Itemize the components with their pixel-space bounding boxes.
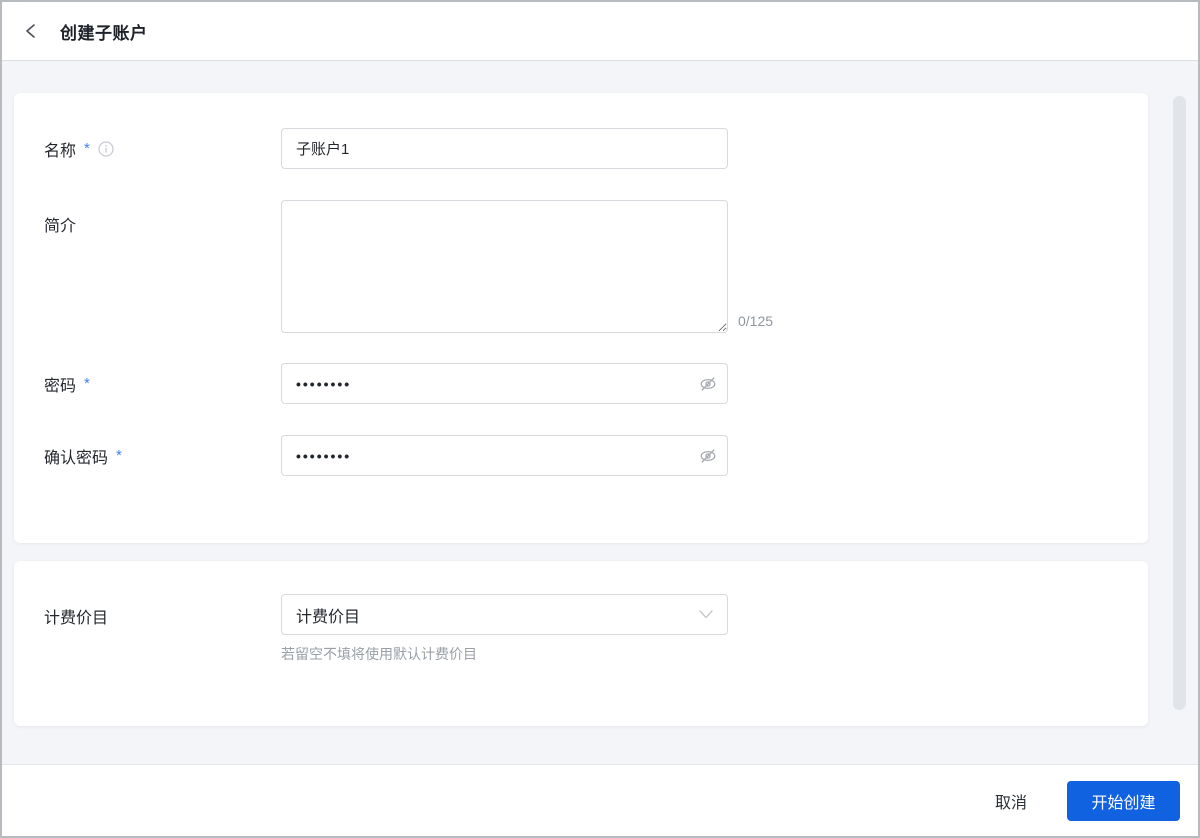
password-label-group: 密码 * (44, 372, 281, 396)
required-asterisk: * (116, 447, 122, 464)
toggle-confirm-password-visibility-button[interactable] (698, 446, 718, 466)
intro-label-group: 简介 (44, 200, 281, 236)
confirm-password-input-wrap (281, 435, 728, 476)
char-counter: 0/125 (738, 313, 774, 329)
billing-hint: 若留空不填将使用默认计费价目 (281, 646, 477, 662)
back-chevron-icon (26, 24, 35, 38)
billing-card: 计费价目 计费价目 若留空不填将使用默认计费价目 (14, 561, 1148, 726)
toggle-password-visibility-button[interactable] (698, 374, 718, 394)
confirm-password-label: 确认密码 (44, 449, 109, 467)
required-asterisk: * (84, 140, 90, 157)
confirm-password-field (281, 435, 728, 476)
eye-slash-icon (700, 376, 716, 391)
page-title: 创建子账户 (60, 23, 148, 43)
password-input[interactable] (281, 363, 728, 404)
password-label: 密码 (44, 377, 77, 395)
name-field (281, 128, 728, 169)
name-label: 名称 (44, 142, 77, 160)
back-button[interactable] (24, 19, 48, 43)
confirm-password-input[interactable] (281, 435, 728, 476)
cancel-button[interactable]: 取消 (993, 781, 1029, 821)
content-area: 名称 * 简介 (2, 61, 1198, 764)
billing-select-value: 计费价目 (296, 608, 361, 626)
vertical-scrollbar-thumb[interactable] (1173, 96, 1186, 710)
account-info-card: 名称 * 简介 (14, 93, 1148, 543)
confirm-password-label-group: 确认密码 * (44, 444, 281, 468)
name-input[interactable] (281, 128, 728, 169)
billing-label: 计费价目 (44, 610, 109, 627)
form-row-confirm-password: 确认密码 * (44, 435, 1118, 476)
intro-field: 0/125 (281, 200, 773, 333)
submit-create-button[interactable]: 开始创建 (1067, 780, 1180, 821)
name-label-group: 名称 * (44, 137, 281, 161)
password-input-wrap (281, 363, 728, 404)
form-row-password: 密码 * (44, 363, 1118, 404)
info-icon[interactable] (98, 140, 114, 157)
form-row-billing: 计费价目 计费价目 若留空不填将使用默认计费价目 (44, 594, 1118, 664)
billing-field: 计费价目 若留空不填将使用默认计费价目 (281, 594, 728, 664)
intro-textarea[interactable] (281, 200, 728, 333)
billing-select[interactable]: 计费价目 (281, 594, 728, 635)
required-asterisk: * (84, 375, 90, 392)
form-row-name: 名称 * (44, 128, 1118, 169)
page-header: 创建子账户 (2, 2, 1198, 61)
create-subaccount-page: 创建子账户 名称 * 子账户1 简介 0/125 密码 * •••••••• 确… (0, 0, 1200, 838)
billing-label-group: 计费价目 (44, 594, 281, 628)
form-row-intro: 简介 0/125 (44, 200, 1118, 333)
eye-slash-icon (700, 448, 716, 463)
password-field (281, 363, 728, 404)
chevron-down-icon (699, 610, 713, 619)
intro-label: 简介 (44, 218, 77, 235)
footer-action-bar: 取消 开始创建 (2, 764, 1198, 836)
